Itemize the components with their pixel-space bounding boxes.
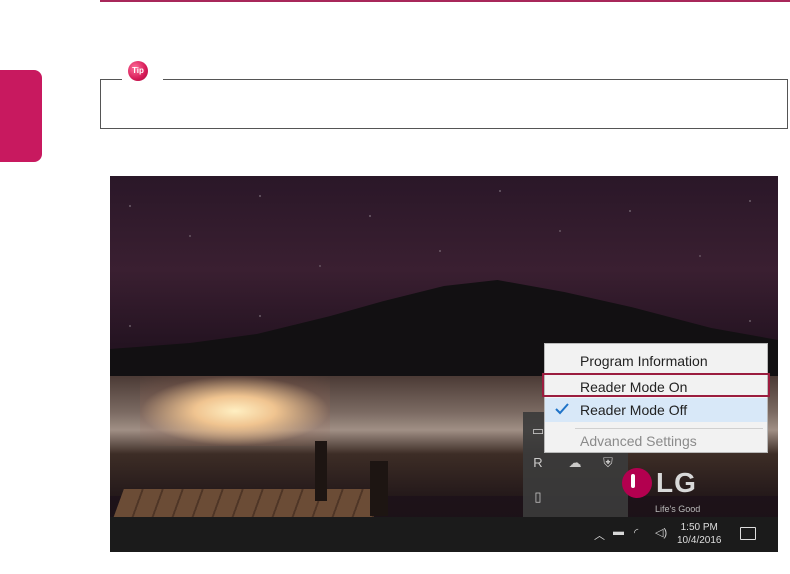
dock-post bbox=[315, 441, 327, 501]
side-tab bbox=[0, 70, 42, 162]
clock[interactable]: 1:50 PM 10/4/2016 bbox=[677, 521, 722, 547]
tip-badge: Tip bbox=[128, 61, 148, 81]
menu-item-label: Advanced Settings bbox=[580, 433, 697, 449]
menu-item-label: Program Information bbox=[580, 353, 708, 369]
context-menu: Program Information Reader Mode On Reade… bbox=[542, 343, 770, 453]
lg-wordmark: LG bbox=[656, 467, 697, 498]
monitor-icon[interactable]: ▭ bbox=[531, 424, 545, 438]
shield-icon[interactable]: ⛨ bbox=[601, 456, 615, 470]
menu-item-program-information[interactable]: Program Information bbox=[545, 349, 767, 373]
menu-item-reader-mode-on[interactable]: Reader Mode On bbox=[542, 373, 770, 397]
usb-icon[interactable]: ▯ bbox=[531, 490, 545, 504]
desktop-screenshot: ▭ R ☁ ⛨ ▯ LG Life's Good ︿ ▬ ◜ ◁) 1:50 P… bbox=[110, 176, 778, 552]
dock-post bbox=[370, 461, 388, 516]
taskbar: ︿ ▬ ◜ ◁) 1:50 PM 10/4/2016 bbox=[110, 517, 778, 552]
top-rule bbox=[100, 0, 790, 2]
lg-logo: LG bbox=[622, 467, 697, 499]
menu-item-reader-mode-off[interactable]: Reader Mode Off bbox=[545, 398, 767, 422]
wifi-icon[interactable]: ◜ bbox=[634, 526, 638, 539]
menu-item-advanced-settings[interactable]: Advanced Settings bbox=[545, 429, 767, 453]
lg-emblem bbox=[622, 468, 652, 498]
reader-icon[interactable]: R bbox=[531, 456, 545, 470]
menu-item-label: Reader Mode Off bbox=[580, 402, 688, 418]
battery-icon[interactable]: ▬ bbox=[613, 526, 624, 538]
sunset-glow bbox=[140, 376, 330, 446]
lg-tagline: Life's Good bbox=[655, 504, 701, 514]
clock-date: 10/4/2016 bbox=[677, 535, 722, 546]
cloud-icon[interactable]: ☁ bbox=[568, 456, 582, 470]
menu-item-label: Reader Mode On bbox=[580, 379, 688, 395]
chevron-up-icon[interactable]: ︿ bbox=[594, 527, 605, 543]
check-icon bbox=[555, 403, 569, 415]
speaker-icon[interactable]: ◁) bbox=[655, 526, 667, 539]
notification-icon[interactable] bbox=[740, 527, 756, 540]
clock-time: 1:50 PM bbox=[680, 522, 718, 533]
tip-box bbox=[100, 80, 788, 129]
